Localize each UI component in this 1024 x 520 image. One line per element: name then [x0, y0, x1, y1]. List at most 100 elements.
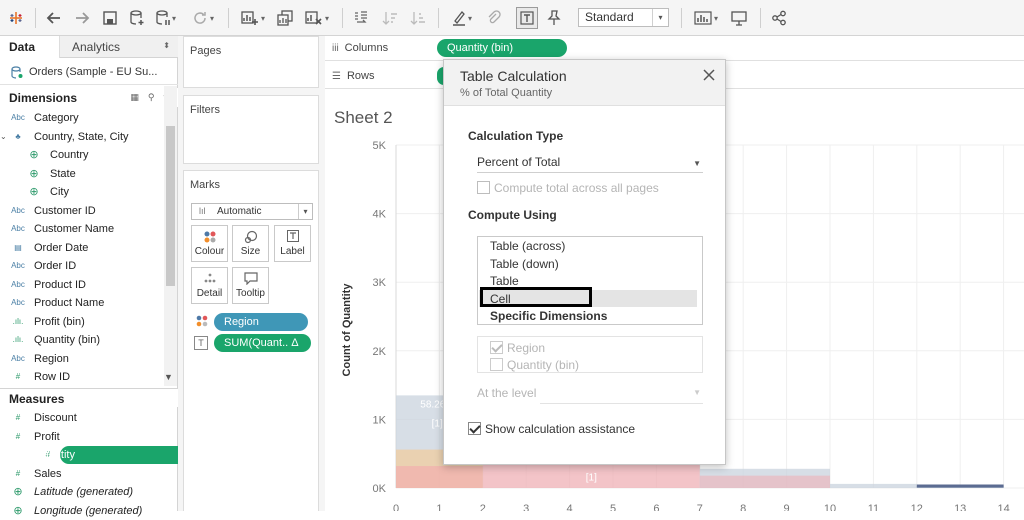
field-label: Quantity (bin): [34, 334, 101, 346]
option-specific-dimensions[interactable]: Specific Dimensions: [490, 309, 607, 323]
group-icon[interactable]: [483, 6, 505, 30]
measure-icon: #: [15, 468, 21, 478]
field-label: Product ID: [34, 278, 86, 291]
expand-icon[interactable]: ⌄: [0, 128, 7, 146]
calculation-type-value: Percent of Total: [477, 155, 561, 169]
field-label: State: [50, 167, 76, 180]
region-colour-pill[interactable]: Region: [214, 313, 308, 331]
scrollbar-thumb[interactable]: [166, 126, 175, 286]
detail-icon: [192, 272, 227, 286]
hierarchy-icon: ♣: [15, 131, 21, 141]
redo-icon[interactable]: [72, 6, 92, 30]
undo-icon[interactable]: [44, 6, 64, 30]
new-data-source-icon[interactable]: [127, 6, 147, 30]
share-icon[interactable]: [768, 6, 790, 30]
field-label: Country: [50, 149, 89, 161]
measures-header: Measures: [0, 388, 178, 407]
size-button[interactable]: Size: [232, 225, 269, 262]
detail-button[interactable]: Detail: [191, 267, 228, 304]
string-icon: Abc: [11, 113, 25, 122]
field-product-name[interactable]: Abc Product Name: [0, 294, 163, 312]
field-state[interactable]: ⊕ State: [0, 165, 163, 183]
option-table[interactable]: Table: [490, 274, 519, 288]
region-dimension-label: Region: [507, 341, 546, 355]
swap-icon[interactable]: [350, 6, 372, 30]
colour-button[interactable]: Colour: [191, 225, 228, 262]
grid-view-icon[interactable]: ▦: [130, 92, 139, 103]
field-profit[interactable]: # Profit: [0, 428, 163, 446]
sum-quantity-pill[interactable]: SUM(Quant.. Δ: [214, 334, 311, 352]
close-icon[interactable]: [702, 68, 718, 84]
columns-shelf[interactable]: iii Columns Quantity (bin): [325, 36, 1024, 61]
globe-icon: ⊕: [29, 167, 39, 180]
field-label: Sales: [34, 467, 62, 480]
label-icon[interactable]: [516, 7, 538, 29]
clear-sheet-icon[interactable]: ▾: [301, 6, 333, 30]
tab-data[interactable]: Data: [0, 36, 60, 58]
calculation-type-select[interactable]: Percent of Total ▼: [477, 154, 703, 173]
data-label: [1]: [432, 418, 443, 429]
highlight-icon[interactable]: ▾: [446, 6, 478, 30]
field-quantity-bin[interactable]: .ılı. Quantity (bin): [0, 331, 163, 349]
at-the-level-select[interactable]: ▼: [540, 386, 703, 404]
field-label: Region: [34, 352, 69, 365]
scroll-down-icon[interactable]: ▼: [164, 372, 173, 382]
quantity-bin-pill[interactable]: Quantity (bin): [437, 39, 567, 57]
data-source-item[interactable]: Orders (Sample - EU Su...: [0, 59, 178, 85]
marks-title: Marks: [190, 179, 220, 191]
x-tick-label: 14: [997, 503, 1009, 511]
field-order-id[interactable]: Abc Order ID: [0, 257, 163, 275]
field-region[interactable]: Abc Region: [0, 350, 163, 368]
search-icon[interactable]: ⚲: [148, 92, 155, 103]
bar-segment: [699, 475, 830, 488]
field-discount[interactable]: # Discount: [0, 409, 163, 427]
string-icon: Abc: [11, 261, 25, 270]
label-button[interactable]: Label: [274, 225, 311, 262]
option-table-down[interactable]: Table (down): [490, 257, 559, 271]
field-latitude-generated[interactable]: ⊕ Latitude (generated): [0, 483, 163, 501]
x-tick-label: 11: [868, 503, 879, 511]
field-customer-name[interactable]: Abc Customer Name: [0, 220, 163, 238]
refresh-icon[interactable]: ▾: [189, 6, 217, 30]
fit-select[interactable]: Standard ▾: [578, 8, 669, 27]
field-category[interactable]: Abc Category: [0, 109, 163, 127]
sort-descending-icon[interactable]: [407, 6, 429, 30]
tableau-logo-icon[interactable]: [6, 6, 26, 30]
new-worksheet-icon[interactable]: ▾: [237, 6, 269, 30]
show-me-icon[interactable]: ▾: [690, 6, 722, 30]
chevron-icon: ⬍: [163, 41, 170, 50]
bar: [830, 483, 917, 488]
sort-ascending-icon[interactable]: [379, 6, 401, 30]
tab-analytics[interactable]: Analytics ⬍: [60, 36, 178, 58]
tooltip-button[interactable]: Tooltip: [232, 267, 269, 304]
field-city[interactable]: ⊕ City: [0, 183, 163, 201]
detail-label: Detail: [196, 288, 223, 299]
pin-icon[interactable]: [543, 6, 565, 30]
y-tick-label: 5K: [373, 140, 387, 152]
toolbar-separator: [681, 8, 682, 28]
string-icon: Abc: [11, 298, 25, 307]
string-icon: Abc: [11, 224, 25, 233]
colour-icon: [192, 230, 227, 244]
filters-card[interactable]: Filters: [183, 95, 319, 164]
presentation-icon[interactable]: [728, 6, 750, 30]
y-tick-label: 2K: [373, 346, 387, 358]
field-customer-id[interactable]: Abc Customer ID: [0, 202, 163, 220]
measures-title: Measures: [9, 392, 65, 406]
field-product-id[interactable]: Abc Product ID: [0, 276, 163, 294]
field-country-state-city[interactable]: ♣ Country, State, City ⌄: [0, 128, 163, 146]
field-order-date[interactable]: ▤ Order Date: [0, 239, 163, 257]
save-icon[interactable]: [100, 6, 120, 30]
pause-updates-icon[interactable]: ▾: [153, 6, 179, 30]
field-sales[interactable]: # Sales: [0, 465, 163, 483]
field-country[interactable]: ⊕ Country: [0, 146, 163, 164]
option-table-across[interactable]: Table (across): [490, 239, 565, 253]
pages-card[interactable]: Pages: [183, 36, 319, 88]
field-profit-bin[interactable]: .ılı. Profit (bin): [0, 313, 163, 331]
field-label: Customer ID: [34, 204, 96, 217]
rows-icon: ☰: [332, 71, 341, 82]
marks-type-select[interactable]: lıl Automatic ▾: [191, 203, 313, 220]
duplicate-icon[interactable]: [274, 6, 296, 30]
field-row-id[interactable]: # Row ID: [0, 368, 163, 386]
chevron-down-icon: ▼: [693, 388, 701, 397]
